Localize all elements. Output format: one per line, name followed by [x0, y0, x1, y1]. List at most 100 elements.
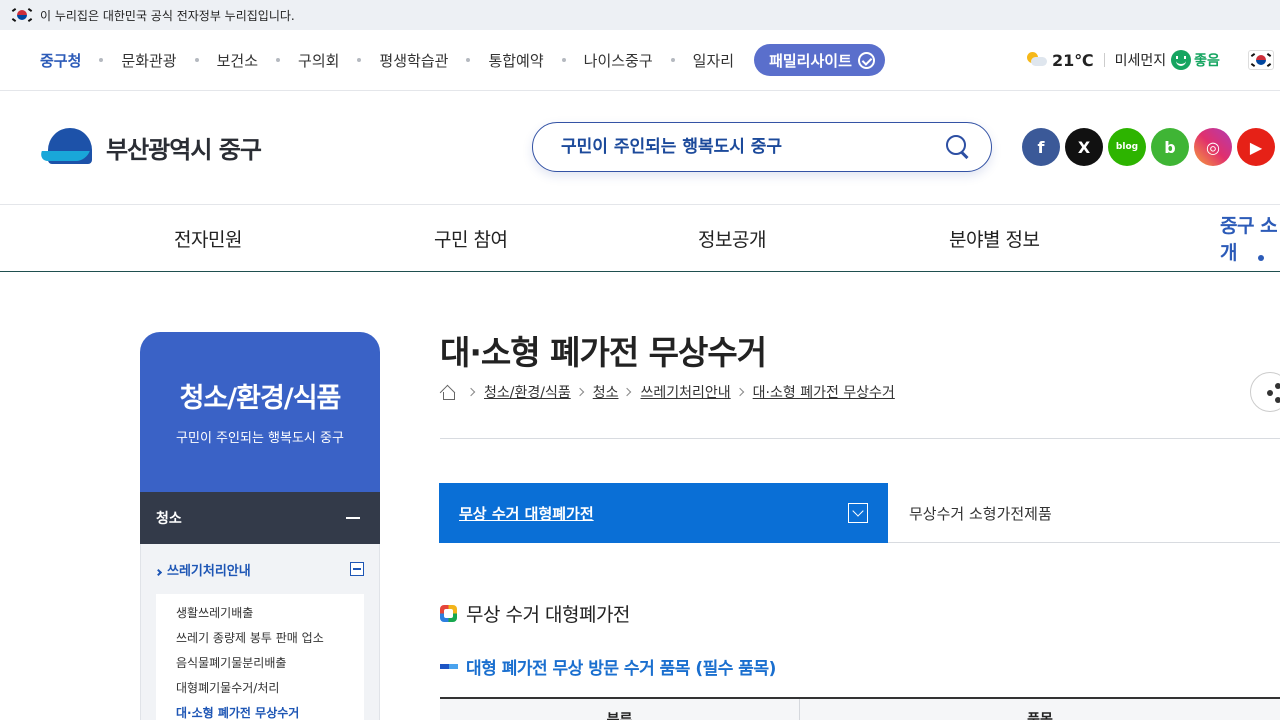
- search-icon[interactable]: [945, 134, 971, 160]
- gov-banner: 이 누리집은 대한민국 공식 전자정부 누리집입니다.: [0, 0, 1280, 30]
- separator-dot: [670, 58, 675, 62]
- tab-label: 무상 수거 대형폐가전: [459, 504, 594, 523]
- korea-flag-icon: [11, 8, 33, 22]
- gnb-field-info[interactable]: 분야별 정보: [949, 206, 1040, 270]
- chevron-right-icon: [623, 387, 632, 397]
- items-table-header: 분류 품목: [440, 697, 1280, 720]
- logo-mark-icon: [38, 127, 96, 167]
- partly-cloudy-icon: [1026, 52, 1048, 68]
- family-site-label: 패밀리사이트: [769, 51, 852, 70]
- sidebar: 청소/환경/식품 구민이 주인되는 행복도시 중구 청소 쓰레기처리안내 생활쓰…: [140, 332, 380, 720]
- weather-widget: 21℃ 미세먼지 좋음: [1026, 30, 1220, 90]
- separator-dot: [276, 58, 281, 62]
- sidebar-submenu-label: 쓰레기처리안내: [167, 563, 251, 579]
- sidebar-list: 생활쓰레기배출 쓰레기 종량제 봉투 판매 업소 음식물폐기물분리배출 대형폐기…: [156, 594, 364, 720]
- band-icon[interactable]: b: [1151, 128, 1189, 166]
- section-square-icon: [440, 605, 457, 622]
- chevron-right-icon: [466, 387, 476, 397]
- gnb-about-junggu[interactable]: 중구 소개: [1220, 206, 1280, 270]
- sidebar-item[interactable]: 대형폐기물수거/처리: [176, 675, 364, 700]
- separator-dot: [194, 58, 199, 62]
- sidebar-item-current[interactable]: 대·소형 폐가전 무상수거: [176, 700, 364, 720]
- divider: [1103, 53, 1105, 67]
- sidebar-header: 청소/환경/식품 구민이 주인되는 행복도시 중구: [140, 332, 380, 492]
- breadcrumb-link[interactable]: 대·소형 폐가전 무상수거: [753, 382, 895, 402]
- top-link-junggu[interactable]: 중구청: [40, 50, 81, 71]
- separator-dot: [99, 58, 104, 62]
- top-link-learning[interactable]: 평생학습관: [379, 50, 448, 71]
- main-nav: 전자민원 구민 참여 정보공개 분야별 정보 중구 소개: [0, 206, 1280, 272]
- separator-dot: [466, 58, 471, 62]
- sidebar-subtitle: 구민이 주인되는 행복도시 중구: [176, 431, 344, 446]
- chevron-right-icon: [575, 387, 584, 397]
- gnb-civil-service[interactable]: 전자민원: [174, 206, 242, 270]
- section-heading: 무상 수거 대형폐가전: [440, 600, 630, 627]
- divider: [440, 438, 1280, 439]
- top-link-nice[interactable]: 나이스중구: [584, 50, 653, 71]
- social-links: f X blog b ◎ ▶: [1022, 128, 1275, 166]
- gnb-info-disclosure[interactable]: 정보공개: [698, 206, 766, 270]
- share-icon-node: [1275, 397, 1280, 403]
- top-link-council[interactable]: 구의회: [298, 50, 339, 71]
- tab-small-appliances[interactable]: 무상수거 소형가전제품: [888, 483, 1280, 543]
- chevron-down-icon[interactable]: [848, 503, 868, 523]
- chevron-right-icon: [154, 568, 163, 576]
- share-icon-node: [1267, 390, 1273, 396]
- top-link-reservation[interactable]: 통합예약: [488, 50, 543, 71]
- x-twitter-icon[interactable]: X: [1065, 128, 1103, 166]
- sub-heading: 대형 폐가전 무상 방문 수거 품목 (필수 품목): [440, 654, 776, 679]
- sidebar-title: 청소/환경/식품: [179, 383, 342, 414]
- home-icon[interactable]: [440, 384, 456, 400]
- sidebar-item[interactable]: 음식물폐기물분리배출: [176, 650, 364, 675]
- gov-banner-text: 이 누리집은 대한민국 공식 전자정부 누리집입니다.: [40, 8, 295, 23]
- korea-flag-icon: [1250, 53, 1272, 67]
- content-tabs: 무상 수거 대형폐가전 무상수거 소형가전제품: [439, 483, 1280, 543]
- top-link-culture[interactable]: 문화관광: [121, 50, 176, 71]
- tab-large-appliances[interactable]: 무상 수거 대형폐가전: [439, 483, 888, 543]
- chevron-right-icon: [735, 387, 744, 397]
- share-icon: [1275, 383, 1280, 389]
- sidebar-category-label: 청소: [156, 511, 182, 527]
- section-heading-text: 무상 수거 대형폐가전: [466, 604, 630, 626]
- temperature: 21℃: [1052, 50, 1094, 70]
- sidebar-item[interactable]: 쓰레기 종량제 봉투 판매 업소: [176, 625, 364, 650]
- sub-heading-text: 대형 폐가전 무상 방문 수거 품목 (필수 품목): [466, 659, 776, 679]
- youtube-icon[interactable]: ▶: [1237, 128, 1275, 166]
- search-input[interactable]: [561, 137, 945, 157]
- sidebar-submenu[interactable]: 쓰레기처리안내: [154, 544, 364, 594]
- breadcrumb-link[interactable]: 청소: [593, 382, 619, 402]
- top-nav: 중구청 문화관광 보건소 구의회 평생학습관 통합예약 나이스중구 일자리 패밀…: [0, 30, 1280, 91]
- site-logo[interactable]: 부산광역시 중구: [38, 127, 262, 167]
- naver-blog-icon[interactable]: blog: [1108, 128, 1146, 166]
- table-header-items: 품목: [1027, 712, 1053, 720]
- breadcrumb-link[interactable]: 청소/환경/식품: [484, 382, 571, 402]
- search-box: [532, 122, 992, 172]
- share-button[interactable]: [1250, 372, 1280, 412]
- bar-icon: [440, 664, 458, 669]
- breadcrumb-link[interactable]: 쓰레기처리안내: [640, 382, 730, 402]
- fine-dust-status: 좋음: [1194, 53, 1220, 69]
- page-title: 대·소형 폐가전 무상수거: [440, 333, 767, 372]
- sidebar-item[interactable]: 생활쓰레기배출: [176, 600, 364, 625]
- site-header: 부산광역시 중구 f X blog b ◎ ▶: [0, 91, 1280, 205]
- smile-face-icon: [1171, 50, 1192, 70]
- site-links: 중구청 문화관광 보건소 구의회 평생학습관 통합예약 나이스중구 일자리 패밀…: [40, 30, 885, 90]
- check-circle-icon: [857, 51, 875, 69]
- sidebar-body: 쓰레기처리안내 생활쓰레기배출 쓰레기 종량제 봉투 판매 업소 음식물폐기물분…: [140, 544, 380, 720]
- collapse-box-icon[interactable]: [350, 562, 364, 576]
- gnb-participation[interactable]: 구민 참여: [434, 206, 508, 270]
- separator-dot: [357, 58, 362, 62]
- fine-dust-label: 미세먼지: [1114, 53, 1167, 69]
- collapse-icon: [346, 517, 360, 519]
- table-header-category: 분류: [440, 699, 800, 720]
- logo-text: 부산광역시 중구: [106, 135, 262, 164]
- top-link-health[interactable]: 보건소: [217, 50, 258, 71]
- top-link-jobs[interactable]: 일자리: [693, 50, 734, 71]
- instagram-icon[interactable]: ◎: [1194, 128, 1232, 166]
- facebook-icon[interactable]: f: [1022, 128, 1060, 166]
- language-button[interactable]: [1248, 50, 1274, 70]
- sidebar-category[interactable]: 청소: [140, 492, 380, 544]
- separator-dot: [561, 58, 566, 62]
- breadcrumb: 청소/환경/식품 청소 쓰레기처리안내 대·소형 폐가전 무상수거: [440, 382, 895, 402]
- family-site-button[interactable]: 패밀리사이트: [754, 44, 885, 76]
